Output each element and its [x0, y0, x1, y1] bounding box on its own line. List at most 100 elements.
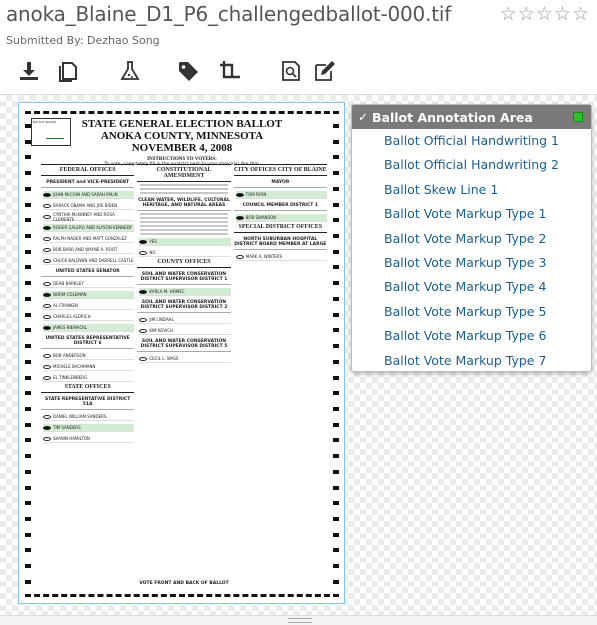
annotation-item[interactable]: Ballot Official Handwriting 2 [352, 153, 591, 177]
rating-stars[interactable]: ☆ ☆ ☆ ☆ ☆ [500, 4, 589, 24]
annotation-item[interactable]: Ballot Vote Markup Type 5 [352, 300, 591, 324]
contest-heading: SOIL AND WATER CONSERVATION DISTRICT SUP… [137, 300, 231, 313]
column-heading: CITY OFFICES CITY OF BLAINE [233, 165, 327, 176]
vote-oval [43, 436, 51, 441]
annotation-item[interactable]: Ballot Vote Markup Type 6 [352, 324, 591, 348]
vote-oval [43, 303, 51, 308]
contest-heading: COUNCIL MEMBER DISTRICT 1 [233, 203, 327, 211]
annotation-item[interactable]: Ballot Official Handwriting 1 [352, 129, 591, 153]
contest-heading: UNITED STATES REPRESENTATIVE DISTRICT 6 [41, 336, 135, 349]
flask-icon[interactable] [117, 58, 143, 84]
candidate-row: DANIEL WILLIAM SANDERS [43, 413, 135, 421]
candidate-row: TIM SANDERS [43, 424, 135, 432]
contest-heading: MAYOR [233, 180, 327, 188]
annotation-item[interactable]: Ballot Vote Markup Type 2 [352, 227, 591, 251]
annotation-item[interactable]: Ballot Vote Markup Type 1 [352, 202, 591, 226]
rating-star-2[interactable]: ☆ [518, 4, 535, 24]
ballot-header: STATE GENERAL ELECTION BALLOT ANOKA COUN… [43, 118, 321, 168]
vote-oval [43, 247, 51, 252]
ballot-heading-2: ANOKA COUNTY, MINNESOTA [100, 130, 264, 142]
timing-marks-right [333, 124, 339, 584]
annotation-item[interactable]: Ballot Vote Markup Type 7 [352, 349, 591, 371]
vote-oval [43, 292, 51, 297]
candidate-row: BOB ANDERSON [43, 352, 135, 360]
column-heading: STATE OFFICES [41, 382, 135, 393]
candidate-row: KARLA M. HOMEC [139, 288, 231, 296]
rating-star-4[interactable]: ☆ [554, 4, 571, 24]
candidate-row: MICHELE BACHMANN [43, 363, 135, 371]
candidate-row: DEAN BARKLEY [43, 280, 135, 288]
annotation-header[interactable]: ✓ Ballot Annotation Area [352, 105, 591, 129]
candidate-row: CYNTHIA McKINNEY AND ROSA CLEMENTE [43, 212, 135, 222]
annotation-dropdown[interactable]: ✓ Ballot Annotation Area Ballot Official… [351, 104, 592, 372]
candidate-row: ROGER CALERO AND ALYSON KENNEDY [43, 224, 135, 232]
candidate-row: JAMES NIEMACKL [43, 324, 135, 332]
ballot-image[interactable]: BALLOT BOARD STATE GENERAL ELECTION BALL… [18, 102, 345, 604]
vote-oval [43, 281, 51, 286]
contest-heading: STATE REPRESENTATIVE DISTRICT 51A [41, 397, 135, 410]
contest-heading: UNITED STATES SENATOR [41, 269, 135, 277]
crop-icon[interactable] [217, 58, 243, 84]
vote-oval [43, 325, 51, 330]
vote-oval [139, 250, 148, 255]
ballot-columns: FEDERAL OFFICES PRESIDENT and VICE-PRESI… [41, 164, 327, 584]
submitted-by: Submitted By: Dezhao Song [6, 34, 160, 47]
vote-oval [235, 254, 244, 259]
download-icon[interactable] [16, 58, 42, 84]
edit-icon[interactable] [312, 58, 338, 84]
annotation-item[interactable]: Ballot Vote Markup Type 3 [352, 251, 591, 275]
color-swatch-icon[interactable] [573, 112, 583, 122]
vote-oval [43, 236, 51, 241]
candidate-row: BOB SWANSON [235, 214, 327, 222]
zoom-icon[interactable] [278, 58, 304, 84]
annotation-header-label: Ballot Annotation Area [372, 109, 533, 125]
annotation-item[interactable]: Ballot Vote Markup Type 4 [352, 275, 591, 299]
candidate-row: NORM COLEMAN [43, 291, 135, 299]
candidate-row: CHUCK BALDWIN AND DARRELL CASTLE [43, 257, 135, 265]
column-heading: FEDERAL OFFICES [41, 165, 135, 176]
vote-oval [43, 203, 51, 208]
vote-oval [139, 239, 148, 244]
vote-oval [43, 214, 51, 219]
column-heading: SPECIAL DISTRICT OFFICES [233, 222, 327, 233]
rating-star-1[interactable]: ☆ [500, 4, 517, 24]
ballot-heading-3: NOVEMBER 4, 2008 [131, 142, 233, 154]
ballot-column-amendment: CONSTITUTIONAL AMENDMENT CLEAN WATER, WI… [137, 164, 231, 584]
column-heading: COUNTY OFFICES [137, 257, 231, 268]
rating-star-5[interactable]: ☆ [572, 4, 589, 24]
ballot-column-city: CITY OFFICES CITY OF BLAINE MAYOR TOM RY… [233, 164, 327, 584]
vote-oval [235, 192, 244, 197]
tag-icon[interactable] [175, 58, 201, 84]
vote-oval [43, 353, 51, 358]
candidate-row: BOB BARR AND WAYNE A. ROOT [43, 246, 135, 254]
column-heading: CONSTITUTIONAL AMENDMENT [137, 165, 231, 182]
vote-oval [43, 414, 51, 419]
horizontal-scrollbar[interactable] [0, 615, 597, 625]
candidate-row: KIM KOVICH [139, 327, 231, 335]
annotation-item[interactable]: Ballot Skew Line 1 [352, 178, 591, 202]
candidate-row: BARACK OBAMA AND JOE BIDEN [43, 202, 135, 210]
vote-oval [43, 364, 51, 369]
check-icon: ✓ [358, 110, 369, 124]
contest-heading: NORTH SUBURBAN HOSPITAL DISTRICT BOARD M… [233, 237, 327, 250]
candidate-row: SHAWN HAMILTON [43, 435, 135, 443]
candidate-row: RALPH NADER AND MATT GONZALEZ [43, 235, 135, 243]
ballot-footer: VOTE FRONT AND BACK OF BALLOT [139, 581, 229, 586]
pages-icon[interactable] [56, 58, 82, 84]
vote-oval [43, 425, 51, 430]
vote-oval [139, 289, 148, 294]
candidate-row: JOHN McCAIN AND SARAH PALIN [43, 191, 135, 199]
candidate-row: NO [139, 249, 231, 257]
candidate-row: TOM RYAN [235, 191, 327, 199]
document-title: anoka_Blaine_D1_P6_challengedballot-000.… [6, 2, 452, 26]
ballot-column-federal: FEDERAL OFFICES PRESIDENT and VICE-PRESI… [41, 164, 135, 584]
timing-marks-left [25, 124, 31, 584]
candidate-row: YES [139, 238, 231, 246]
candidate-row: MARK A. WINTERS [235, 253, 327, 261]
contest-heading: SOIL AND WATER CONSERVATION DISTRICT SUP… [137, 339, 231, 352]
contest-heading: CLEAN WATER, WILDLIFE, CULTURAL HERITAGE… [137, 198, 231, 211]
candidate-row: EL TINKLENBERG [43, 374, 135, 382]
rating-star-3[interactable]: ☆ [536, 4, 553, 24]
vote-oval [43, 192, 51, 197]
scroll-grip-icon[interactable] [288, 618, 312, 623]
